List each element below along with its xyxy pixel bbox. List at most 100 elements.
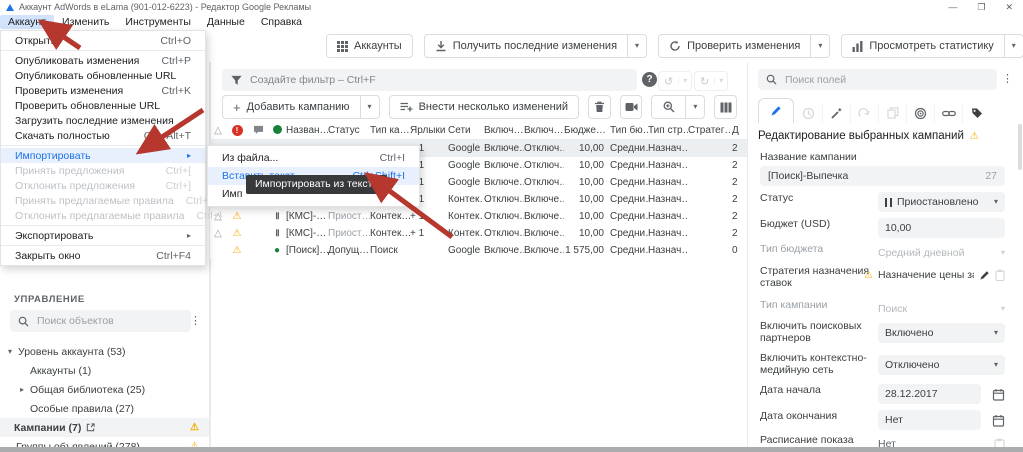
view-stats-dropdown[interactable]: ▾ bbox=[1004, 34, 1023, 58]
tree-campaigns-selected[interactable]: Кампании (7) ⚠ bbox=[0, 418, 209, 437]
close-button[interactable]: ✕ bbox=[1005, 2, 1013, 13]
add-campaign-dropdown[interactable]: ▾ bbox=[360, 95, 380, 119]
warning-outline-column-icon[interactable]: △ bbox=[210, 126, 226, 136]
menu-item-post-changes[interactable]: Опубликовать изменения Ctrl+P bbox=[1, 53, 205, 68]
tab-link-icon[interactable] bbox=[934, 103, 962, 123]
menu-edit[interactable]: Изменить bbox=[54, 15, 117, 29]
menu-item-post-updated-urls[interactable]: Опубликовать обновленные URL bbox=[1, 68, 205, 83]
view-stats-button[interactable]: Просмотреть статистику bbox=[841, 34, 1003, 58]
menu-item-check-updated-urls[interactable]: Проверить обновленные URL bbox=[1, 98, 205, 113]
menu-item-accept-proposals: Принять предложения Ctrl+[ bbox=[1, 163, 205, 178]
submenu-item-label: Имп bbox=[222, 188, 242, 200]
tab-wand-icon[interactable] bbox=[822, 103, 850, 123]
menu-help[interactable]: Справка bbox=[253, 15, 310, 29]
menu-item-get-recent-changes[interactable]: Загрузить последние изменения ▸ bbox=[1, 113, 205, 128]
column-header-strategy[interactable]: Стратег… bbox=[688, 125, 732, 136]
kebab-menu-icon[interactable]: ⋮ bbox=[1002, 72, 1013, 85]
menu-data[interactable]: Данные bbox=[199, 15, 253, 29]
tab-label-icon[interactable] bbox=[962, 103, 990, 123]
bulk-edit-button[interactable]: Внести несколько изменений bbox=[389, 95, 579, 119]
menu-item-open[interactable]: Открыть Ctrl+O bbox=[1, 33, 205, 48]
add-campaign-button[interactable]: + Добавить кампанию bbox=[222, 95, 360, 119]
check-changes-dropdown[interactable]: ▾ bbox=[810, 34, 830, 58]
help-icon[interactable]: ? bbox=[642, 72, 657, 87]
search-partners-row: Включить поисковых партнеров Включено ▾ bbox=[760, 320, 1005, 348]
menu-item-check-changes[interactable]: Проверить изменения Ctrl+K bbox=[1, 83, 205, 98]
get-recent-changes-dropdown[interactable]: ▾ bbox=[627, 34, 647, 58]
tab-target-icon[interactable] bbox=[906, 103, 934, 123]
cell-budget-type: Средни… bbox=[610, 228, 648, 239]
calendar-icon[interactable] bbox=[992, 414, 1005, 427]
undo-icon[interactable]: ↺ bbox=[659, 75, 678, 88]
search-replace-button[interactable] bbox=[651, 95, 685, 119]
delete-button[interactable] bbox=[588, 95, 611, 119]
restore-button[interactable]: ❐ bbox=[977, 2, 985, 13]
accounts-button[interactable]: Аккаунты bbox=[326, 34, 413, 58]
column-header-budget-type[interactable]: Тип бю… bbox=[610, 125, 648, 136]
tree-account-level[interactable]: ▾ Уровень аккаунта (53) bbox=[0, 342, 209, 361]
column-header-incl-display[interactable]: Включ… bbox=[524, 125, 564, 136]
column-header-bid-limit[interactable]: Тип стр… bbox=[648, 125, 688, 136]
column-header-budget[interactable]: Бюдже… bbox=[564, 125, 610, 136]
end-date-input[interactable]: Нет bbox=[878, 410, 981, 430]
cell-last: 2 bbox=[732, 228, 744, 239]
column-header-last[interactable]: Д bbox=[732, 125, 744, 136]
search-replace-dropdown[interactable]: ▾ bbox=[685, 95, 705, 119]
column-header-status[interactable]: Статус bbox=[328, 125, 370, 136]
menu-item-download-full[interactable]: Скачать полностью Ctrl+Alt+T bbox=[1, 128, 205, 143]
object-search-input[interactable]: Поиск объектов bbox=[10, 310, 191, 332]
status-select[interactable]: Приостановлено ▾ bbox=[878, 192, 1005, 212]
status-column-icon[interactable] bbox=[268, 125, 286, 137]
undo-button-group[interactable]: ↺ ▾ bbox=[658, 71, 692, 91]
comment-column-icon[interactable] bbox=[248, 125, 268, 136]
budget-value: 10,00 bbox=[885, 222, 911, 234]
menu-tools[interactable]: Инструменты bbox=[117, 15, 198, 29]
table-row[interactable]: △ ⚠ Ⅱ [КМС]-… Приост… Контек… + 1 Контек… bbox=[210, 208, 747, 225]
calendar-icon[interactable] bbox=[992, 388, 1005, 401]
column-header-incl-search[interactable]: Включ… bbox=[484, 125, 524, 136]
menu-account[interactable]: Аккаунт bbox=[0, 15, 54, 29]
tree-closed-icon[interactable]: ▸ bbox=[20, 385, 30, 394]
column-header-labels[interactable]: Ярлыки bbox=[410, 125, 448, 136]
pause-icon bbox=[885, 198, 892, 207]
columns-button[interactable] bbox=[714, 95, 737, 119]
field-search-input[interactable]: Поиск полей bbox=[758, 69, 997, 90]
tree-custom-rules[interactable]: Особые правила (27) bbox=[0, 399, 209, 418]
app-logo-icon bbox=[6, 4, 14, 11]
tree-shared-library[interactable]: ▸ Общая библиотека (25) bbox=[0, 380, 209, 399]
kebab-menu-icon[interactable]: ⋮ bbox=[190, 314, 201, 327]
tab-edit-pencil[interactable] bbox=[758, 98, 794, 123]
campaign-type-value: Поиск bbox=[878, 303, 907, 315]
video-button[interactable] bbox=[620, 95, 643, 119]
menu-item-close-window[interactable]: Закрыть окно Ctrl+F4 bbox=[1, 248, 205, 263]
external-link-icon[interactable] bbox=[86, 423, 95, 432]
column-header-type[interactable]: Тип ка… bbox=[370, 125, 410, 136]
start-date-input[interactable]: 28.12.2017 bbox=[878, 384, 981, 404]
error-column-icon[interactable]: ! bbox=[226, 125, 248, 136]
chevron-down-icon[interactable]: ▾ bbox=[678, 77, 691, 85]
bar-chart-icon bbox=[852, 41, 863, 52]
tree-accounts[interactable]: Аккаунты (1) bbox=[0, 361, 209, 380]
redo-button-group[interactable]: ↻ ▾ bbox=[694, 71, 728, 91]
tree-open-icon[interactable]: ▾ bbox=[8, 347, 18, 356]
budget-input[interactable]: 10,00 bbox=[878, 218, 1005, 238]
filter-input[interactable]: Создайте фильтр – Ctrl+F bbox=[222, 69, 637, 91]
title-bar: Аккаунт AdWords в eLama (901-012-6223) -… bbox=[0, 0, 1023, 14]
menu-item-import[interactable]: Импортировать ▸ bbox=[1, 148, 205, 163]
get-recent-changes-button[interactable]: Получить последние изменения bbox=[424, 34, 627, 58]
submenu-item-from-file[interactable]: Из файла... Ctrl+I bbox=[208, 149, 419, 167]
minimize-button[interactable]: — bbox=[948, 2, 957, 13]
display-network-select[interactable]: Отключено ▾ bbox=[878, 355, 1005, 375]
campaign-name-input[interactable]: [Поиск]-Выпечка 27 bbox=[760, 166, 1005, 186]
chevron-down-icon[interactable]: ▾ bbox=[714, 77, 727, 85]
panel-scrollbar[interactable] bbox=[1018, 124, 1022, 170]
menu-item-export[interactable]: Экспортировать ▸ bbox=[1, 228, 205, 243]
redo-icon[interactable]: ↻ bbox=[695, 75, 714, 88]
column-header-networks[interactable]: Сети bbox=[448, 125, 484, 136]
table-row[interactable]: △ ⚠ Ⅱ [КМС]-… Приост… Контек… + 1 Контек… bbox=[210, 225, 747, 242]
column-header-name[interactable]: Назван… bbox=[286, 125, 328, 136]
table-row[interactable]: ⚠ ● [Поиск]… Допущ… Поиск Google … Включ… bbox=[210, 242, 747, 259]
search-partners-select[interactable]: Включено ▾ bbox=[878, 323, 1005, 343]
edit-pencil-icon[interactable] bbox=[979, 270, 990, 281]
check-changes-button[interactable]: Проверить изменения bbox=[658, 34, 810, 58]
